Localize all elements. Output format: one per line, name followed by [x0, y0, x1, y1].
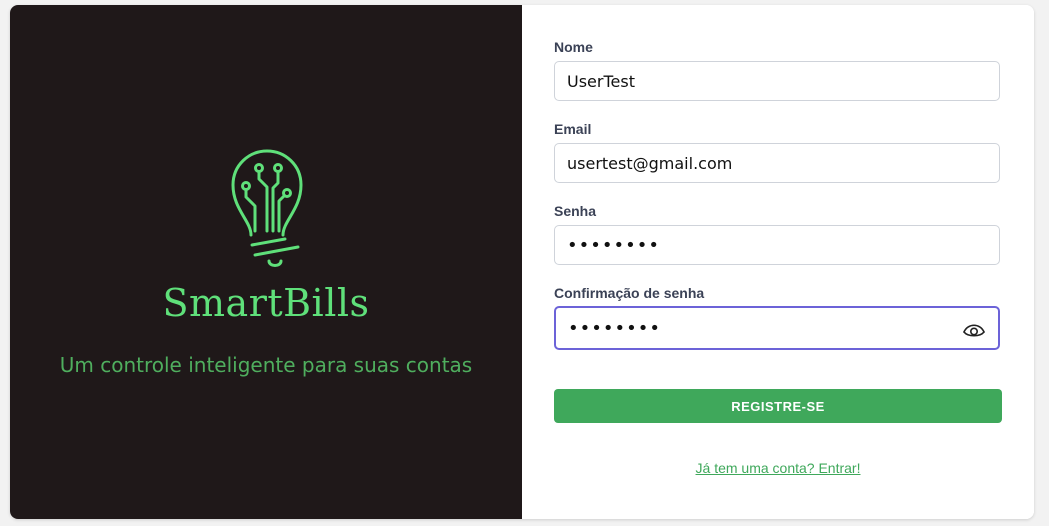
- brand-tagline: Um controle inteligente para suas contas: [59, 353, 473, 377]
- password-input[interactable]: [555, 226, 999, 264]
- register-button[interactable]: REGISTRE-SE: [554, 389, 1002, 423]
- register-card: SmartBills Um controle inteligente para …: [10, 5, 1034, 519]
- lightbulb-circuit-icon: [231, 149, 303, 267]
- email-input[interactable]: [555, 144, 999, 182]
- login-link[interactable]: Já tem uma conta? Entrar!: [522, 460, 1034, 476]
- brand-name: SmartBills: [162, 281, 370, 325]
- brand-panel: SmartBills Um controle inteligente para …: [10, 5, 522, 519]
- email-field-box: [554, 143, 1000, 183]
- confirm-password-input[interactable]: [556, 308, 998, 348]
- eye-icon[interactable]: [962, 319, 986, 339]
- register-form: Nome Email Senha Confirmação de senha RE…: [522, 5, 1034, 519]
- name-input[interactable]: [555, 62, 999, 100]
- confirm-password-field-box: [554, 306, 1000, 350]
- confirm-password-label: Confirmação de senha: [554, 285, 705, 301]
- name-label: Nome: [554, 39, 593, 55]
- password-label: Senha: [554, 203, 597, 219]
- email-label: Email: [554, 121, 592, 137]
- name-field-box: [554, 61, 1000, 101]
- password-field-box: [554, 225, 1000, 265]
